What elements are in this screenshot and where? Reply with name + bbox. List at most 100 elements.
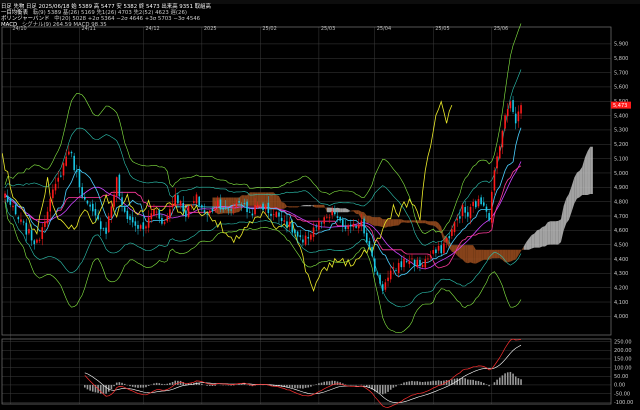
kumo-segment xyxy=(292,206,295,208)
candle-body xyxy=(206,213,208,215)
kumo-segment xyxy=(505,249,508,263)
candle-body xyxy=(381,284,384,291)
candle-body xyxy=(488,213,490,221)
candle-body xyxy=(272,214,275,216)
candle-body xyxy=(158,209,161,219)
price-tick-label: 4,100 xyxy=(614,300,628,306)
histogram-bar xyxy=(432,380,435,385)
histogram-bar xyxy=(464,378,466,385)
kumo-segment xyxy=(239,195,242,213)
candle-body xyxy=(411,258,413,260)
candle-body xyxy=(395,269,397,271)
histogram-bar xyxy=(421,381,424,385)
candle-body xyxy=(153,209,155,216)
candle-body xyxy=(352,223,355,228)
candle-body xyxy=(99,221,102,230)
candle-body xyxy=(44,221,46,227)
kumo-segment xyxy=(574,172,577,204)
histogram-bar xyxy=(134,384,137,388)
price-chart-svg[interactable]: 24/10 24/11 24/12 2025 25/02 25/03 25/04 25/05 2… xyxy=(0,0,640,410)
histogram-bar xyxy=(307,384,310,388)
candle-body xyxy=(296,231,299,237)
kumo-segment xyxy=(302,205,306,207)
candle-body xyxy=(304,235,307,245)
candle-body xyxy=(259,205,262,206)
x-tick-label: 24/12 xyxy=(145,26,159,32)
kumo-segment xyxy=(510,249,514,262)
kumo-segment xyxy=(475,249,479,264)
candle-body xyxy=(280,217,283,221)
kumo-segment xyxy=(223,197,226,214)
candle-body xyxy=(350,224,352,227)
candle-body xyxy=(147,217,150,228)
candle-body xyxy=(142,222,145,230)
candle-body xyxy=(232,207,235,209)
kumo-segment xyxy=(300,205,303,207)
kumo-segment xyxy=(422,220,426,224)
x-tick-label: 25/02 xyxy=(262,26,276,32)
histogram-bar xyxy=(291,384,294,388)
candle-body xyxy=(49,198,52,212)
histogram-bar xyxy=(310,384,312,387)
candle-body xyxy=(397,262,400,273)
candle-body xyxy=(60,175,62,177)
candle-body xyxy=(177,195,179,204)
candle-body xyxy=(376,272,379,275)
histogram-bar xyxy=(336,381,339,385)
kumo-segment xyxy=(425,220,428,225)
candle-body xyxy=(30,230,33,241)
price-tick-label: 5,900 xyxy=(614,42,628,48)
histogram-bar xyxy=(84,384,86,388)
kumo-segment xyxy=(462,245,466,263)
kumo-segment xyxy=(348,209,351,213)
candle-body xyxy=(20,219,22,222)
kumo-segment xyxy=(542,226,545,247)
candle-body xyxy=(288,221,291,227)
candle-body xyxy=(195,194,198,204)
kumo-segment xyxy=(579,166,583,198)
candle-body xyxy=(171,203,174,208)
histogram-bar xyxy=(424,381,427,385)
header-macd-label: MACD xyxy=(1,22,18,28)
candle-body xyxy=(400,261,403,268)
candle-body xyxy=(344,225,347,230)
candle-body xyxy=(52,189,54,199)
candle-body xyxy=(517,111,520,122)
price-tick-label: 5,600 xyxy=(614,85,628,91)
candle-body xyxy=(312,227,315,237)
candle-body xyxy=(214,208,216,210)
histogram-bar xyxy=(467,379,469,385)
candle-body xyxy=(137,224,139,229)
grid-lines xyxy=(2,27,611,404)
histogram-bar xyxy=(475,380,477,385)
candle-body xyxy=(126,210,129,219)
candle-body xyxy=(17,217,20,220)
x-tick-label: 25/04 xyxy=(377,26,391,32)
candle-body xyxy=(174,194,177,206)
kumo-segment xyxy=(584,151,588,196)
candle-body xyxy=(193,201,195,203)
candle-body xyxy=(94,209,97,216)
candle-body xyxy=(496,156,498,169)
signal-line xyxy=(84,344,522,404)
candle-body xyxy=(222,207,224,210)
kumo-segment xyxy=(276,194,279,210)
candle-body xyxy=(371,247,373,256)
candle-body xyxy=(413,259,416,266)
candle-body xyxy=(150,213,153,220)
candle-body xyxy=(445,238,448,242)
candle-body xyxy=(315,226,318,228)
histogram-bar xyxy=(123,383,126,385)
kumo-segment xyxy=(321,204,325,208)
histogram-bar xyxy=(211,384,214,386)
candle-body xyxy=(62,163,65,176)
candle-body xyxy=(105,227,107,234)
histogram-bar xyxy=(477,380,480,385)
kumo-segment xyxy=(396,219,399,226)
kumo-segment xyxy=(481,249,484,261)
kumo-segment xyxy=(289,206,293,208)
kumo-segment xyxy=(334,207,338,213)
macd-tick-label: 250.00 xyxy=(614,339,632,345)
histogram-bar xyxy=(206,384,208,386)
candle-body xyxy=(270,213,272,216)
